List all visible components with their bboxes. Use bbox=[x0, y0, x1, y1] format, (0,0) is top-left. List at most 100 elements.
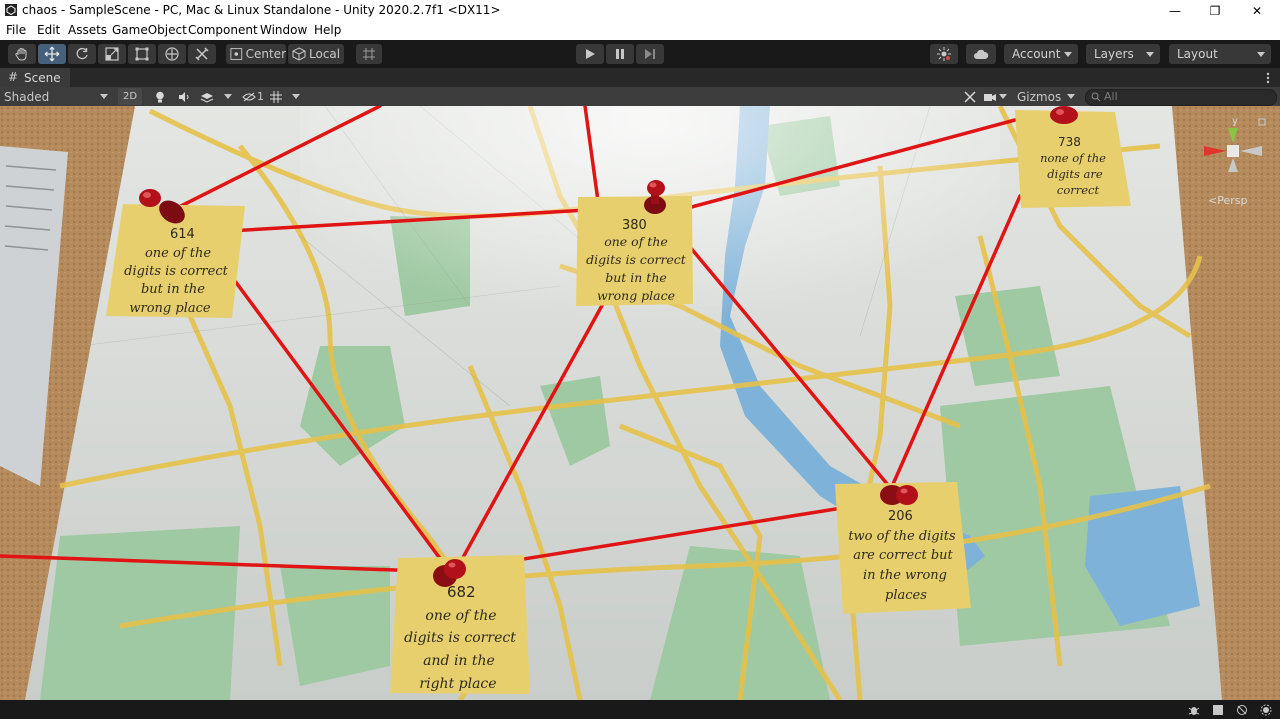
effects-dropdown[interactable] bbox=[200, 87, 234, 106]
step-button[interactable] bbox=[636, 44, 664, 64]
menu-help[interactable]: Help bbox=[314, 23, 341, 37]
note-line: but in the bbox=[605, 270, 667, 285]
hand-icon bbox=[15, 48, 27, 61]
menu-file[interactable]: File bbox=[6, 23, 26, 37]
pause-button[interactable] bbox=[606, 44, 634, 64]
2d-toggle[interactable]: 2D bbox=[118, 88, 142, 105]
kebab-menu-icon[interactable] bbox=[1266, 72, 1270, 84]
note-line: places bbox=[885, 588, 927, 603]
note-number: 206 bbox=[888, 509, 913, 524]
draw-mode-dropdown[interactable]: Shaded bbox=[4, 87, 112, 106]
layers-label: Layers bbox=[1094, 47, 1134, 61]
rect-transform-icon bbox=[135, 47, 149, 61]
scale-icon bbox=[105, 47, 119, 61]
note-line: are correct but bbox=[853, 548, 953, 563]
rotate-tool-button[interactable] bbox=[68, 44, 96, 64]
transform-tool-button[interactable] bbox=[158, 44, 186, 64]
settings-icon[interactable] bbox=[1260, 704, 1272, 716]
menu-assets[interactable]: Assets bbox=[68, 23, 107, 37]
pivot-center-toggle[interactable]: Center bbox=[226, 44, 286, 64]
persp-label[interactable]: <Persp bbox=[1208, 194, 1247, 207]
chevron-down-icon bbox=[1064, 52, 1072, 57]
note-380: 380 one of the digits is correct but in … bbox=[576, 196, 693, 306]
chevron-down-icon bbox=[1067, 94, 1076, 99]
custom-tool-button[interactable] bbox=[188, 44, 216, 64]
note-line: digits is correct bbox=[404, 630, 516, 646]
draw-mode-label: Shaded bbox=[4, 89, 50, 104]
pause-icon bbox=[616, 49, 624, 59]
note-line: wrong place bbox=[129, 301, 211, 316]
auto-generate-lighting-icon[interactable] bbox=[1236, 704, 1248, 716]
scale-tool-button[interactable] bbox=[98, 44, 126, 64]
note-line: one of the bbox=[604, 234, 668, 249]
tab-scene-label: Scene bbox=[24, 71, 61, 85]
camera-dropdown[interactable] bbox=[984, 87, 1010, 106]
note-line: none of the bbox=[1040, 151, 1106, 165]
cloud-icon bbox=[974, 49, 989, 59]
note-number: 682 bbox=[447, 583, 476, 601]
pivot-icon bbox=[230, 48, 243, 60]
menu-component[interactable]: Component bbox=[188, 23, 258, 37]
cloud-button[interactable] bbox=[966, 44, 996, 64]
note-line: one of the bbox=[145, 246, 211, 261]
hidden-count: 1 bbox=[257, 90, 264, 103]
note-line: two of the digits bbox=[848, 529, 956, 544]
chevron-down-icon bbox=[1146, 52, 1154, 57]
bug-icon[interactable] bbox=[1188, 704, 1200, 716]
menu-gameobject[interactable]: GameObject bbox=[112, 23, 187, 37]
note-line: digits is correct bbox=[124, 264, 228, 279]
hidden-objects-toggle[interactable]: 1 bbox=[242, 87, 266, 106]
menu-window[interactable]: Window bbox=[260, 23, 307, 37]
move-tool-button[interactable] bbox=[38, 44, 66, 64]
chevron-down-icon bbox=[999, 94, 1007, 99]
rect-tool-button[interactable] bbox=[128, 44, 156, 64]
gizmos-dropdown[interactable]: Gizmos bbox=[1014, 87, 1078, 106]
scene-search-input[interactable]: All bbox=[1085, 89, 1277, 106]
note-738: 738 none of the digits are correct bbox=[1015, 110, 1131, 208]
grid-dropdown[interactable] bbox=[270, 87, 304, 106]
scene-viewport[interactable]: 614 one of the digits is correct but in … bbox=[0, 106, 1280, 700]
grid-snap-button[interactable] bbox=[356, 44, 382, 64]
status-bar bbox=[0, 700, 1280, 719]
lighting-toggle[interactable] bbox=[152, 87, 168, 106]
tools-icon bbox=[964, 90, 976, 103]
note-number: 738 bbox=[1058, 135, 1081, 149]
close-button[interactable]: ✕ bbox=[1237, 0, 1277, 21]
audio-toggle[interactable] bbox=[176, 87, 192, 106]
note-number: 614 bbox=[170, 227, 195, 242]
note-line: one of the bbox=[425, 608, 496, 624]
minimize-button[interactable]: — bbox=[1155, 0, 1195, 21]
pivot-label: Center bbox=[245, 47, 286, 61]
lightbulb-icon bbox=[156, 91, 164, 102]
transform-all-icon bbox=[165, 47, 179, 61]
chevron-down-icon bbox=[100, 94, 108, 99]
grid-snap-icon bbox=[363, 48, 375, 60]
step-icon bbox=[645, 49, 655, 59]
maximize-button[interactable]: ❐ bbox=[1195, 0, 1235, 21]
hand-tool-button[interactable] bbox=[8, 44, 36, 64]
window-title: chaos - SampleScene - PC, Mac & Linux St… bbox=[22, 3, 501, 17]
effects-layers-icon bbox=[200, 92, 214, 103]
play-button[interactable] bbox=[576, 44, 604, 64]
note-line: in the wrong bbox=[863, 568, 947, 583]
tools-icon bbox=[195, 47, 209, 61]
rotate-icon bbox=[76, 47, 88, 60]
scene-tools-button[interactable] bbox=[962, 87, 978, 106]
account-dropdown[interactable]: Account bbox=[1004, 44, 1078, 64]
scene-render: 614 one of the digits is correct but in … bbox=[0, 106, 1280, 700]
pivot-space-toggle[interactable]: Local bbox=[288, 44, 344, 64]
layers-dropdown[interactable]: Layers bbox=[1086, 44, 1160, 64]
title-bar: chaos - SampleScene - PC, Mac & Linux St… bbox=[0, 0, 1280, 21]
pushpin bbox=[1050, 106, 1078, 124]
menu-bar: File Edit Assets GameObject Component Wi… bbox=[0, 21, 1280, 40]
gizmo-axis-y-label: y bbox=[1232, 116, 1238, 127]
progress-icon[interactable] bbox=[1212, 704, 1224, 716]
camera-icon bbox=[984, 93, 996, 101]
2d-label: 2D bbox=[122, 91, 138, 102]
layout-dropdown[interactable]: Layout bbox=[1169, 44, 1271, 64]
menu-edit[interactable]: Edit bbox=[37, 23, 60, 37]
chevron-down-icon bbox=[224, 94, 232, 99]
local-cube-icon bbox=[292, 47, 306, 61]
tab-scene[interactable]: # Scene bbox=[0, 68, 70, 87]
collab-button[interactable] bbox=[930, 44, 958, 64]
